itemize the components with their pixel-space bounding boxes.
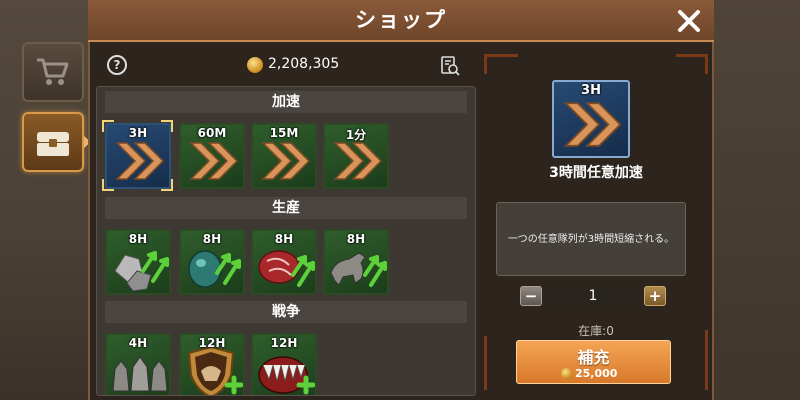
item-duration: 12H: [270, 336, 298, 350]
item-duration: 12H: [198, 336, 226, 350]
cart-icon: [37, 58, 69, 85]
refill-price: 25,000: [575, 367, 618, 380]
item-description-text: 一つの任意隊列が3時間短縮される。: [507, 233, 675, 245]
shop-item-speedup-60m[interactable]: 60M: [179, 123, 245, 189]
section-title-speedup: 加速: [105, 91, 467, 113]
minus-icon: −: [524, 287, 538, 305]
shop-item-ore-boost[interactable]: 8H: [179, 229, 245, 295]
help-icon[interactable]: ?: [107, 55, 127, 75]
refill-button[interactable]: 補充 25,000: [516, 340, 671, 384]
shop-item-fangs[interactable]: 12H: [251, 333, 317, 395]
frame-ornament: [484, 336, 487, 390]
item-duration: 4H: [128, 336, 148, 350]
frame-ornament: [705, 54, 708, 74]
refill-button-label: 補充: [577, 348, 610, 367]
selection-corner: [102, 179, 114, 191]
shop-item-wolf-boost[interactable]: 8H: [323, 229, 389, 295]
detail-item-name: 3時間任意加速: [549, 165, 643, 181]
coin-balance: 2,208,305: [268, 56, 340, 72]
stock-count: 在庫:0: [578, 324, 614, 338]
item-duration: 1分: [345, 128, 367, 142]
close-icon: [678, 10, 700, 32]
coin-icon: [247, 57, 263, 73]
selection-corner: [161, 179, 173, 191]
item-duration: 8H: [346, 232, 366, 246]
item-duration: 60M: [197, 126, 227, 140]
shop-item-stone-boost[interactable]: 8H: [105, 229, 171, 295]
selection-corner: [102, 120, 114, 132]
history-icon[interactable]: [440, 56, 460, 76]
plus-icon: +: [648, 287, 662, 305]
shop-item-speedup-1min[interactable]: 1分: [323, 123, 389, 189]
item-list: 加速 生産 戦争 3H 60M 15M 1分 8H 8H 8H 8H 4H 12…: [96, 86, 476, 396]
quantity-value: 1: [544, 286, 642, 306]
shop-item-speedup-15m[interactable]: 15M: [251, 123, 317, 189]
item-duration: 8H: [202, 232, 222, 246]
shop-item-meat-boost[interactable]: 8H: [251, 229, 317, 295]
frame-ornament: [484, 54, 518, 57]
background-right: [712, 0, 800, 400]
side-tab-cart[interactable]: [22, 42, 84, 102]
selection-corner: [161, 120, 173, 132]
page-title: ショップ: [355, 8, 447, 32]
item-description: 一つの任意隊列が3時間短縮される。: [496, 202, 686, 276]
shop-item-shield[interactable]: 12H: [179, 333, 245, 395]
frame-ornament: [484, 54, 487, 74]
section-title-war: 戦争: [105, 301, 467, 323]
detail-item-icon: 3H: [552, 80, 630, 158]
quantity-decrement-button[interactable]: −: [520, 286, 542, 306]
item-duration: 3H: [128, 126, 148, 140]
item-duration: 15M: [269, 126, 299, 140]
shop-item-wolf-pack[interactable]: 4H: [105, 333, 171, 395]
item-duration: 8H: [128, 232, 148, 246]
section-title-production: 生産: [105, 197, 467, 219]
chest-icon: [37, 132, 69, 156]
quantity-increment-button[interactable]: +: [644, 286, 666, 306]
detail-item-duration: 3H: [581, 83, 601, 98]
item-duration: 8H: [274, 232, 294, 246]
side-tab-chest[interactable]: [22, 112, 84, 172]
frame-ornament: [676, 54, 708, 57]
frame-ornament: [705, 330, 708, 390]
top-bar: ? 2,208,305: [100, 52, 472, 82]
close-button[interactable]: [672, 4, 706, 38]
coin-icon: [561, 368, 572, 379]
